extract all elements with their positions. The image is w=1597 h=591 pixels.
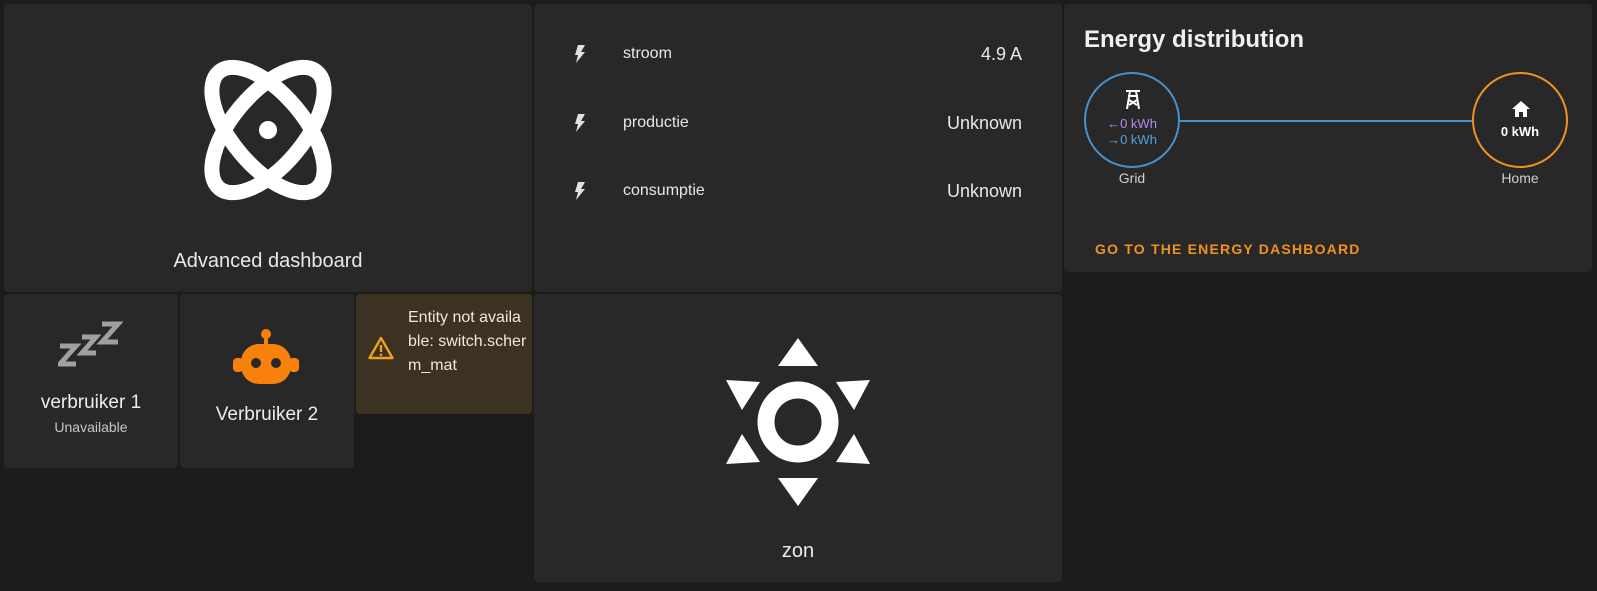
warning-message: Entity not available: switch.scherm_mat (408, 309, 527, 374)
home-value: 0 kWh (1500, 124, 1540, 139)
robot-icon (233, 329, 299, 384)
zon-title: zon (781, 540, 815, 562)
home-node[interactable]: 0 kWh (1472, 72, 1568, 168)
sun-icon (726, 338, 870, 506)
advanced-dashboard-card[interactable]: Advanced dashboard (4, 4, 532, 292)
home-icon (1512, 101, 1530, 117)
entity-name: productie (623, 114, 689, 131)
energy-dashboard-link[interactable]: GO TO THE ENERGY DASHBOARD (1095, 241, 1361, 257)
grid-export-value: →0 kWh (1107, 132, 1157, 147)
entity-value: 4.9 A (980, 43, 1022, 64)
alert-icon (368, 336, 394, 360)
energy-distribution-card: Energy distribution ←0 kWh →0 kWh Grid 0… (1064, 4, 1592, 272)
entity-name: consumptie (623, 182, 705, 199)
entity-row-consumptie[interactable]: consumptie Unknown (534, 171, 1062, 211)
grid-import-value: ←0 kWh (1107, 116, 1157, 131)
sleep-icon (58, 321, 124, 367)
entity-row-productie[interactable]: productie Unknown (534, 103, 1062, 143)
verbruiker2-name: Verbruiker 2 (215, 404, 319, 425)
entity-value: Unknown (946, 180, 1022, 201)
grid-node[interactable]: ←0 kWh →0 kWh (1084, 72, 1180, 168)
verbruiker1-name: verbruiker 1 (40, 392, 142, 413)
entity-name: stroom (623, 45, 672, 62)
verbruiker1-state: Unavailable (54, 419, 128, 435)
entities-card: stroom 4.9 A productie Unknown consumpti… (534, 4, 1062, 292)
grid-label: Grid (1118, 170, 1146, 186)
verbruiker1-card[interactable]: verbruiker 1 Unavailable (4, 294, 178, 468)
entity-value: Unknown (946, 112, 1022, 133)
home-label: Home (1501, 170, 1539, 186)
flash-icon (575, 45, 585, 63)
entity-warning-card: Entity not available: switch.scherm_mat (356, 294, 532, 414)
advanced-dashboard-title: Advanced dashboard (173, 250, 363, 272)
entity-row-stroom[interactable]: stroom 4.9 A (534, 34, 1062, 74)
grid-home-flow-line (1180, 120, 1472, 122)
flash-icon (575, 114, 585, 132)
verbruiker2-card[interactable]: Verbruiker 2 (180, 294, 354, 468)
transmission-tower-icon (1126, 90, 1140, 110)
energy-title: Energy distribution (1084, 26, 1305, 53)
zon-card[interactable]: zon (534, 294, 1062, 582)
flash-icon (575, 182, 585, 200)
atom-icon (204, 59, 332, 201)
